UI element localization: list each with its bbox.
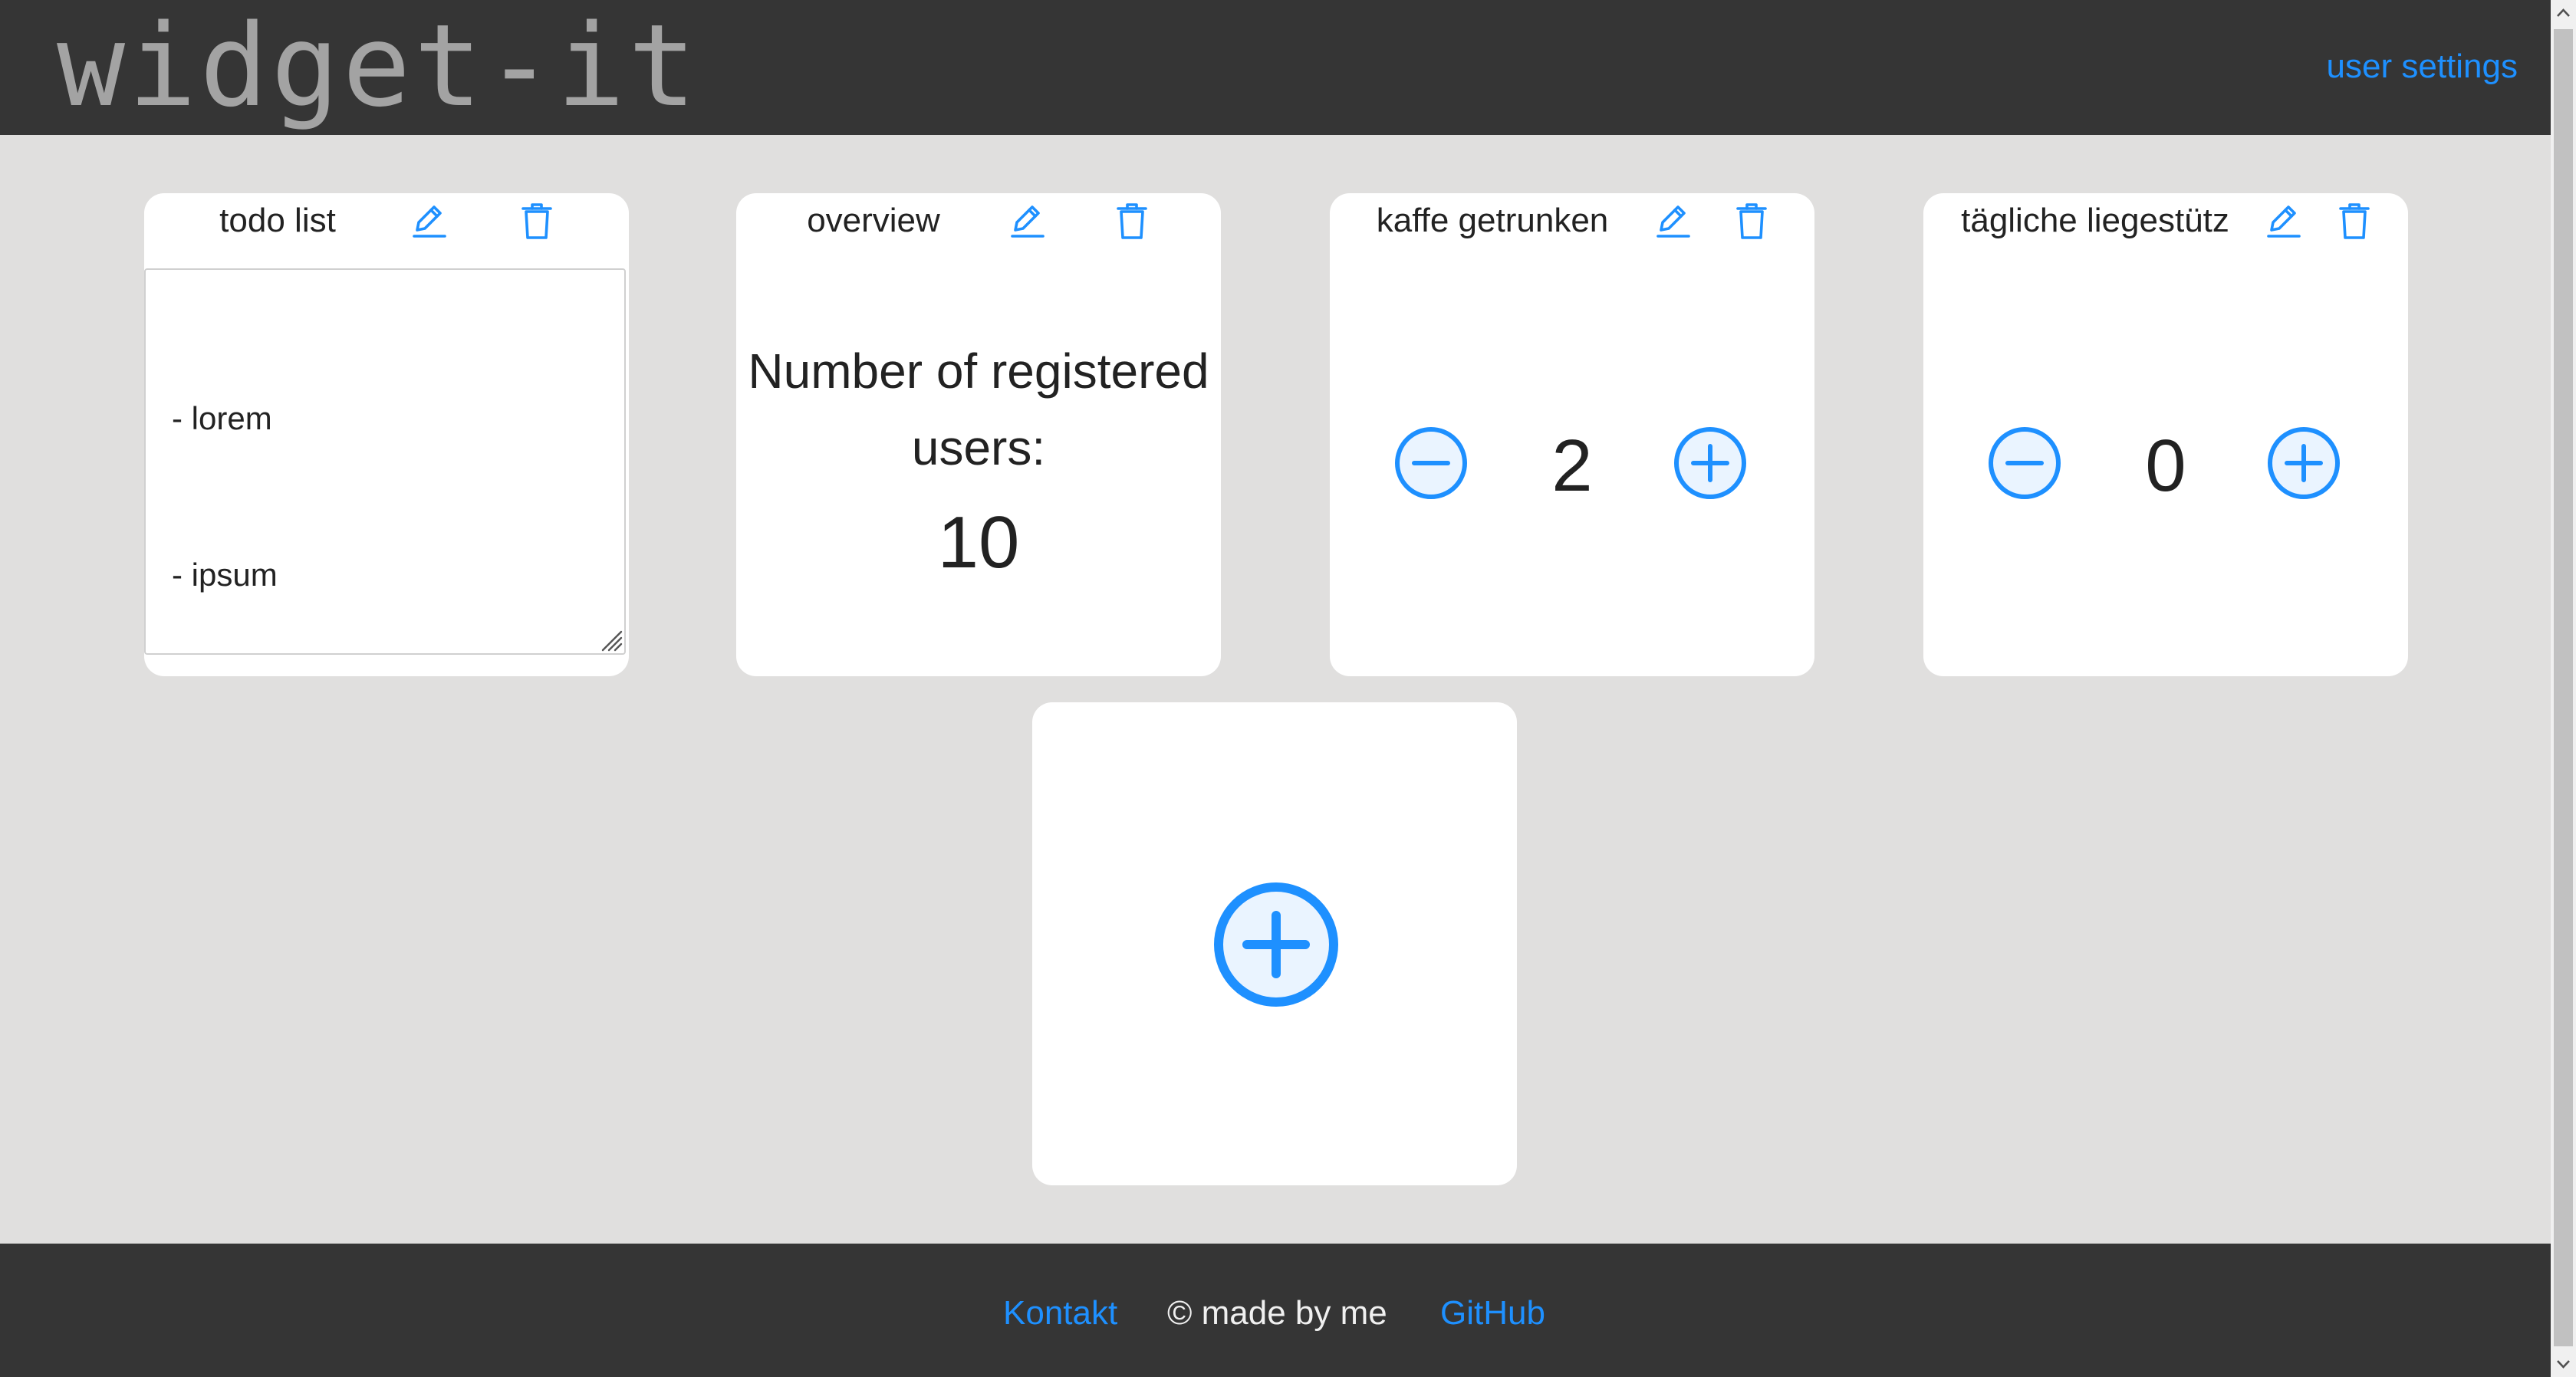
- plus-circle-icon[interactable]: [1673, 426, 1747, 500]
- copyright-text: © made by me: [1167, 1294, 1387, 1332]
- scroll-up-arrow-icon[interactable]: [2551, 0, 2576, 26]
- widget-title: kaffe getrunken: [1376, 202, 1609, 239]
- counter-value: 2: [1551, 425, 1593, 507]
- trash-icon[interactable]: [2336, 201, 2373, 242]
- page: widget-it user settings todo list - lore…: [0, 0, 2576, 1377]
- pencil-icon[interactable]: [411, 201, 448, 242]
- pencil-icon[interactable]: [1009, 201, 1046, 242]
- plus-circle-icon[interactable]: [2267, 426, 2341, 500]
- trash-icon[interactable]: [1733, 201, 1770, 242]
- overview-label-line: Number of registered: [748, 343, 1209, 399]
- counter-value: 0: [2145, 425, 2186, 507]
- registered-users-count: 10: [937, 501, 1020, 583]
- contact-link[interactable]: Kontakt: [1003, 1293, 1117, 1334]
- pencil-icon[interactable]: [1655, 201, 1692, 242]
- minus-circle-icon[interactable]: [1988, 426, 2061, 500]
- resize-handle-icon[interactable]: [598, 627, 623, 652]
- widget-title: tägliche liegestütz: [1961, 202, 2229, 239]
- overview-label-line: users:: [911, 420, 1046, 475]
- todo-line: - ipsum: [172, 557, 278, 593]
- minus-circle-icon[interactable]: [1394, 426, 1468, 500]
- scrollbar-thumb[interactable]: [2554, 29, 2573, 1346]
- todo-textarea[interactable]: - lorem - ipsum: [144, 268, 626, 655]
- plus-circle-icon[interactable]: [1213, 882, 1339, 1007]
- app-logo[interactable]: widget-it: [57, 5, 699, 127]
- widget-title: overview: [807, 202, 940, 239]
- widget-title: todo list: [219, 202, 336, 239]
- pencil-icon[interactable]: [2265, 201, 2302, 242]
- trash-icon[interactable]: [518, 201, 555, 242]
- trash-icon[interactable]: [1114, 201, 1150, 242]
- overview-label: Number of registered users:: [736, 333, 1221, 486]
- user-settings-link[interactable]: user settings: [2327, 48, 2518, 86]
- github-link[interactable]: GitHub: [1440, 1293, 1545, 1334]
- scroll-down-arrow-icon[interactable]: [2551, 1351, 2576, 1377]
- todo-line: - lorem: [172, 400, 272, 436]
